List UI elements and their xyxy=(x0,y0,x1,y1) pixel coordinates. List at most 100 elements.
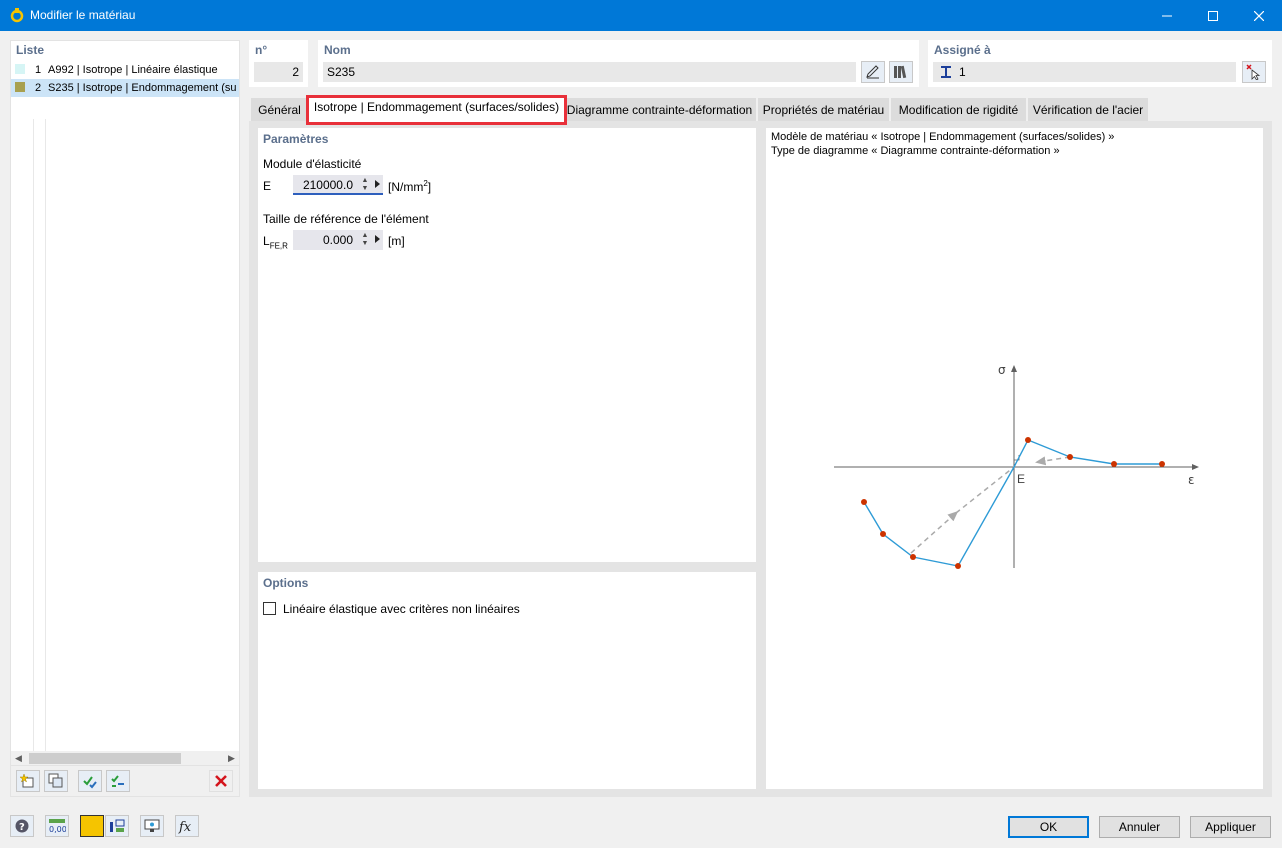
name-box: Nom S235 xyxy=(318,40,919,87)
stress-strain-curve xyxy=(863,439,1162,567)
linear-elastic-label: Linéaire élastique avec critères non lin… xyxy=(283,602,520,616)
copy-icon xyxy=(48,773,63,788)
spin-updown-icon[interactable]: ▲ ▼ xyxy=(361,177,369,193)
title-bar: Modifier le matériau xyxy=(0,0,1282,31)
reference-size-input[interactable]: 0.000 ▲ ▼ xyxy=(293,230,383,250)
checkmark-list-icon xyxy=(83,776,97,789)
material-list: Liste 1 A992 | Isotrope | Linéaire élast… xyxy=(10,40,240,797)
reference-size-unit: [m] xyxy=(388,234,405,248)
ok-button[interactable]: OK xyxy=(1008,816,1089,838)
tab-isotropic-damage[interactable]: Isotrope | Endommagement (surfaces/solid… xyxy=(306,95,567,125)
diagram-section: Modèle de matériau « Isotrope | Endommag… xyxy=(766,128,1263,789)
close-icon xyxy=(1254,10,1264,21)
list-item-number: 1 xyxy=(35,64,42,76)
checklist-swap-icon xyxy=(111,775,124,787)
library-button[interactable] xyxy=(889,61,913,83)
list-item-number: 2 xyxy=(35,82,42,94)
apply-button[interactable]: Appliquer xyxy=(1190,816,1271,838)
assigned-value: 1 xyxy=(959,65,966,79)
number-box: n° 2 xyxy=(249,40,308,87)
scroll-left-icon[interactable]: ◀ xyxy=(11,751,26,766)
curve-point xyxy=(955,563,961,569)
unloading-path xyxy=(955,466,1015,514)
book-library-icon xyxy=(894,65,907,79)
help-button[interactable]: ? xyxy=(10,815,34,837)
assigned-label: Assigné à xyxy=(934,43,991,57)
list-label: Liste xyxy=(16,43,45,57)
tab-content: Paramètres Module d'élasticité E 210000.… xyxy=(249,121,1272,797)
tab-steel-design[interactable]: Vérification de l'acier xyxy=(1028,98,1148,122)
e-symbol: E xyxy=(263,179,272,193)
maximize-button[interactable] xyxy=(1190,0,1236,31)
linear-elastic-checkbox[interactable] xyxy=(263,602,276,615)
elasticity-unit: [N/mm2] xyxy=(388,179,432,194)
check-selection-button[interactable] xyxy=(106,770,130,792)
monitor-view-icon xyxy=(144,819,160,832)
elasticity-modulus-value: 210000.0 xyxy=(302,178,353,192)
app-icon xyxy=(10,8,24,23)
sigma-label: σ xyxy=(998,363,1006,377)
expand-arrow-icon[interactable] xyxy=(375,180,380,188)
list-item-selected[interactable]: 2 S235 | Isotrope | Endommagement (su xyxy=(11,79,239,97)
elasticity-modulus-input[interactable]: 210000.0 ▲ ▼ xyxy=(293,175,383,195)
delete-material-button[interactable] xyxy=(209,770,233,792)
lfe-symbol: LFE,R xyxy=(263,234,288,251)
assigned-field[interactable]: 1 xyxy=(933,62,1236,82)
curve-point xyxy=(910,554,916,560)
tab-general[interactable]: Général xyxy=(251,98,308,122)
list-item-label: A992 | Isotrope | Linéaire élastique xyxy=(48,64,218,76)
color-picker-button[interactable] xyxy=(80,815,104,837)
units-button[interactable]: 0,00 xyxy=(45,815,69,837)
display-settings-button[interactable] xyxy=(105,815,129,837)
scrollbar-thumb[interactable] xyxy=(29,753,181,764)
color-swatch xyxy=(15,82,25,92)
new-item-icon xyxy=(20,773,34,788)
unloading-path xyxy=(910,511,959,554)
tab-stiffness-modification[interactable]: Modification de rigidité xyxy=(891,98,1026,122)
view-button[interactable] xyxy=(140,815,164,837)
reference-size-label: Taille de référence de l'élément xyxy=(263,212,429,226)
curve-point xyxy=(880,531,886,537)
number-label: n° xyxy=(255,43,268,57)
window-title: Modifier le matériau xyxy=(30,8,136,22)
display-icon xyxy=(110,819,125,832)
tab-stress-strain-diagram[interactable]: Diagramme contrainte-déformation xyxy=(563,98,756,122)
name-field[interactable]: S235 xyxy=(323,62,856,82)
svg-text:0,00: 0,00 xyxy=(49,825,66,834)
check-all-button[interactable] xyxy=(78,770,102,792)
color-swatch xyxy=(15,64,25,74)
svg-text:?: ? xyxy=(19,822,25,833)
svg-text:fx: fx xyxy=(178,820,192,834)
cancel-button[interactable]: Annuler xyxy=(1099,816,1180,838)
select-members-button[interactable] xyxy=(1242,61,1266,83)
name-label: Nom xyxy=(324,43,351,57)
close-button[interactable] xyxy=(1236,0,1282,31)
parameters-heading: Paramètres xyxy=(263,132,329,146)
spin-updown-icon[interactable]: ▲ ▼ xyxy=(361,232,369,248)
list-horizontal-scrollbar[interactable]: ◀ ▶ xyxy=(10,751,240,766)
copy-material-button[interactable] xyxy=(44,770,68,792)
curve-point xyxy=(1067,454,1073,460)
cursor-select-icon xyxy=(1246,64,1261,80)
minimize-icon xyxy=(1162,15,1172,16)
list-item[interactable]: 1 A992 | Isotrope | Linéaire élastique xyxy=(11,61,239,79)
number-field[interactable]: 2 xyxy=(254,62,303,82)
list-toolbar xyxy=(10,766,240,797)
assigned-box: Assigné à 1 xyxy=(928,40,1272,87)
expand-arrow-icon[interactable] xyxy=(375,235,380,243)
formula-button[interactable]: fx xyxy=(175,815,199,837)
help-icon: ? xyxy=(15,819,29,833)
reloading-path xyxy=(1035,456,1071,466)
epsilon-label: ε xyxy=(1188,473,1195,487)
options-heading: Options xyxy=(263,576,309,590)
new-material-button[interactable] xyxy=(16,770,40,792)
options-section: Options Linéaire élastique avec critères… xyxy=(258,572,756,789)
curve-point xyxy=(1111,461,1117,467)
curve-point xyxy=(1159,461,1165,467)
minimize-button[interactable] xyxy=(1144,0,1190,31)
stress-strain-diagram: σ ε E xyxy=(834,363,1199,569)
scroll-right-icon[interactable]: ▶ xyxy=(224,751,239,766)
tab-material-properties[interactable]: Propriétés de matériau xyxy=(758,98,889,122)
edit-name-button[interactable] xyxy=(861,61,885,83)
maximize-icon xyxy=(1208,10,1218,21)
